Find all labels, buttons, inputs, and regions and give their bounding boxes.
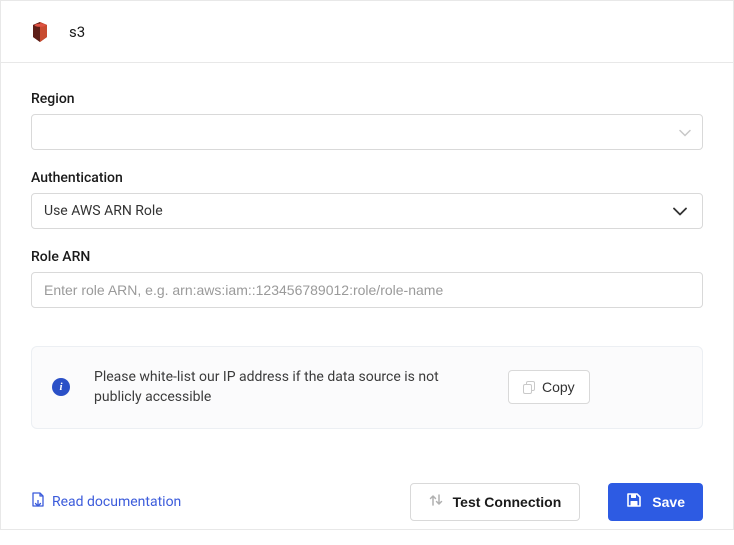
role-arn-input[interactable] xyxy=(31,272,703,308)
save-button[interactable]: Save xyxy=(608,483,703,521)
role-arn-label: Role ARN xyxy=(31,249,703,265)
footer: Read documentation Test Connection Save xyxy=(1,483,733,545)
whitelist-message: Please white-list our IP address if the … xyxy=(94,367,484,408)
document-icon xyxy=(31,492,45,512)
footer-actions: Test Connection Save xyxy=(410,483,703,521)
authentication-value: Use AWS ARN Role xyxy=(44,203,163,219)
test-connection-label: Test Connection xyxy=(453,494,562,510)
region-label: Region xyxy=(31,91,703,107)
s3-bucket-icon xyxy=(31,22,49,42)
header-title: s3 xyxy=(69,23,85,41)
authentication-field: Authentication Use AWS ARN Role xyxy=(31,170,703,229)
form-body: Region Authentication Use AWS ARN Role R… xyxy=(1,63,733,449)
save-icon xyxy=(626,492,642,511)
authentication-label: Authentication xyxy=(31,170,703,186)
role-arn-field: Role ARN xyxy=(31,249,703,308)
test-connection-button[interactable]: Test Connection xyxy=(410,483,581,521)
save-label: Save xyxy=(652,494,685,510)
doc-link-label: Read documentation xyxy=(52,494,181,510)
header: s3 xyxy=(1,1,733,63)
swap-vertical-icon xyxy=(429,493,443,510)
region-field: Region xyxy=(31,91,703,150)
copy-label: Copy xyxy=(542,379,575,395)
copy-icon xyxy=(523,381,535,393)
authentication-select[interactable]: Use AWS ARN Role xyxy=(31,193,703,229)
whitelist-info-panel: i Please white-list our IP address if th… xyxy=(31,346,703,429)
info-icon: i xyxy=(52,378,70,396)
read-documentation-link[interactable]: Read documentation xyxy=(31,492,181,512)
region-select[interactable] xyxy=(31,114,703,150)
copy-button[interactable]: Copy xyxy=(508,370,590,404)
